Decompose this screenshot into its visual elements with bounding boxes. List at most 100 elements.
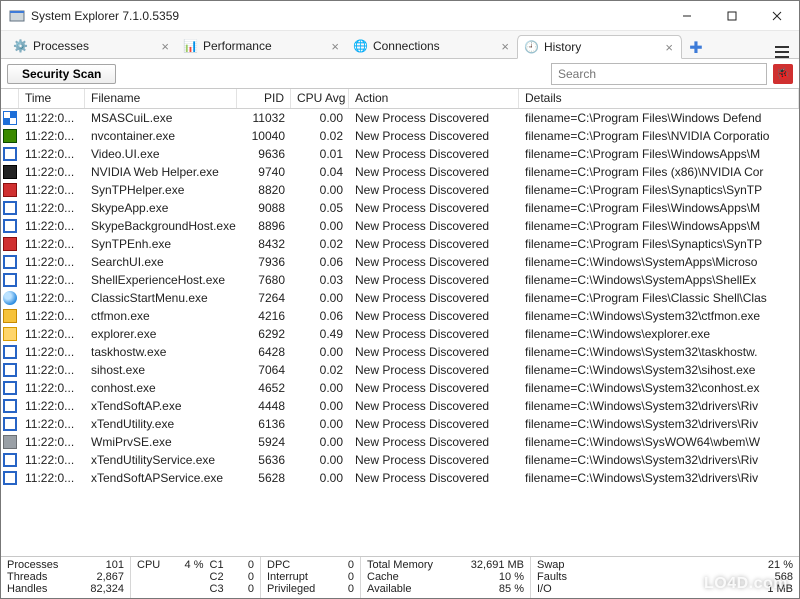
table-row[interactable]: 11:22:0...NVIDIA Web Helper.exe97400.04N… — [1, 163, 799, 181]
cell-cpuavg: 0.02 — [291, 237, 349, 251]
tab-history[interactable]: 🕘 History × — [517, 35, 682, 59]
cell-filename: ShellExperienceHost.exe — [85, 273, 237, 287]
tab-performance[interactable]: 📊 Performance × — [177, 34, 347, 58]
status-label: Processes — [7, 559, 71, 571]
cell-cpuavg: 0.00 — [291, 183, 349, 197]
menu-button[interactable] — [771, 46, 793, 58]
cell-filename: Video.UI.exe — [85, 147, 237, 161]
cell-action: New Process Discovered — [349, 255, 519, 269]
cell-filename: xTendUtility.exe — [85, 417, 237, 431]
table-row[interactable]: 11:22:0...ShellExperienceHost.exe76800.0… — [1, 271, 799, 289]
cell-cpuavg: 0.02 — [291, 363, 349, 377]
cell-action: New Process Discovered — [349, 147, 519, 161]
cell-time: 11:22:0... — [19, 399, 85, 413]
report-icon[interactable]: 🐞 — [773, 64, 793, 84]
cell-pid: 7264 — [237, 291, 291, 305]
tab-processes[interactable]: ⚙️ Processes × — [7, 34, 177, 58]
cell-details: filename=C:\Windows\System32\ctfmon.exe — [519, 309, 799, 323]
cell-pid: 8820 — [237, 183, 291, 197]
cell-action: New Process Discovered — [349, 237, 519, 251]
table-row[interactable]: 11:22:0...xTendSoftAP.exe44480.00New Pro… — [1, 397, 799, 415]
table-row[interactable]: 11:22:0...taskhostw.exe64280.00New Proce… — [1, 343, 799, 361]
table-body[interactable]: 11:22:0...MSASCuiL.exe110320.00New Proce… — [1, 109, 799, 556]
status-label: Threads — [7, 571, 71, 583]
add-tab-button[interactable]: ✚ — [686, 38, 706, 58]
watermark: LO4D.com — [685, 575, 788, 593]
cell-time: 11:22:0... — [19, 201, 85, 215]
cell-filename: SkypeApp.exe — [85, 201, 237, 215]
table-row[interactable]: 11:22:0...SkypeBackgroundHost.exe88960.0… — [1, 217, 799, 235]
col-filename[interactable]: Filename — [85, 89, 237, 108]
table-row[interactable]: 11:22:0...Video.UI.exe96360.01New Proces… — [1, 145, 799, 163]
status-label: Swap — [537, 559, 664, 571]
cell-action: New Process Discovered — [349, 363, 519, 377]
col-icon[interactable] — [1, 89, 19, 108]
table-row[interactable]: 11:22:0...xTendUtilityService.exe56360.0… — [1, 451, 799, 469]
table-row[interactable]: 11:22:0...nvcontainer.exe100400.02New Pr… — [1, 127, 799, 145]
cell-details: filename=C:\Program Files\Classic Shell\… — [519, 291, 799, 305]
cell-pid: 6428 — [237, 345, 291, 359]
cell-pid: 7680 — [237, 273, 291, 287]
cell-pid: 6292 — [237, 327, 291, 341]
cell-action: New Process Discovered — [349, 435, 519, 449]
cell-cpuavg: 0.00 — [291, 219, 349, 233]
cell-filename: SynTPEnh.exe — [85, 237, 237, 251]
cell-cpuavg: 0.06 — [291, 309, 349, 323]
col-cpuavg[interactable]: CPU Avg — [291, 89, 349, 108]
cell-action: New Process Discovered — [349, 399, 519, 413]
cell-pid: 9088 — [237, 201, 291, 215]
table-row[interactable]: 11:22:0...SynTPEnh.exe84320.02New Proces… — [1, 235, 799, 253]
table-row[interactable]: 11:22:0...SkypeApp.exe90880.05New Proces… — [1, 199, 799, 217]
status-label: Available — [367, 583, 449, 595]
cell-cpuavg: 0.00 — [291, 417, 349, 431]
table-row[interactable]: 11:22:0...explorer.exe62920.49New Proces… — [1, 325, 799, 343]
cell-cpuavg: 0.00 — [291, 471, 349, 485]
security-scan-button[interactable]: Security Scan — [7, 64, 116, 84]
status-value: 4 % — [175, 559, 203, 571]
table-row[interactable]: 11:22:0...ctfmon.exe42160.06New Process … — [1, 307, 799, 325]
cell-details: filename=C:\Windows\System32\conhost.ex — [519, 381, 799, 395]
table-row[interactable]: 11:22:0...SynTPHelper.exe88200.00New Pro… — [1, 181, 799, 199]
table-row[interactable]: 11:22:0...ClassicStartMenu.exe72640.00Ne… — [1, 289, 799, 307]
table-row[interactable]: 11:22:0...conhost.exe46520.00New Process… — [1, 379, 799, 397]
table-row[interactable]: 11:22:0...xTendSoftAPService.exe56280.00… — [1, 469, 799, 487]
tab-connections[interactable]: 🌐 Connections × — [347, 34, 517, 58]
table-row[interactable]: 11:22:0...MSASCuiL.exe110320.00New Proce… — [1, 109, 799, 127]
cell-details: filename=C:\Program Files\Synaptics\SynT… — [519, 183, 799, 197]
tab-close-icon[interactable]: × — [501, 39, 509, 54]
process-icon — [3, 273, 17, 287]
close-button[interactable] — [754, 1, 799, 30]
cell-action: New Process Discovered — [349, 453, 519, 467]
cell-pid: 11032 — [237, 111, 291, 125]
cell-cpuavg: 0.00 — [291, 291, 349, 305]
col-time[interactable]: Time — [19, 89, 85, 108]
cell-time: 11:22:0... — [19, 255, 85, 269]
cell-cpuavg: 0.06 — [291, 255, 349, 269]
col-pid[interactable]: PID — [237, 89, 291, 108]
window-title: System Explorer 7.1.0.5359 — [31, 9, 664, 23]
tab-close-icon[interactable]: × — [665, 40, 673, 55]
cell-cpuavg: 0.00 — [291, 435, 349, 449]
maximize-button[interactable] — [709, 1, 754, 30]
table-row[interactable]: 11:22:0...SearchUI.exe79360.06New Proces… — [1, 253, 799, 271]
tab-close-icon[interactable]: × — [161, 39, 169, 54]
search-input[interactable] — [551, 63, 767, 85]
col-details[interactable]: Details — [519, 89, 799, 108]
cell-time: 11:22:0... — [19, 435, 85, 449]
table-row[interactable]: 11:22:0...xTendUtility.exe61360.00New Pr… — [1, 415, 799, 433]
status-group-processes: Processes101 Threads2,867 Handles82,324 — [1, 557, 131, 598]
cell-pid: 8432 — [237, 237, 291, 251]
cell-details: filename=C:\Windows\System32\sihost.exe — [519, 363, 799, 377]
minimize-button[interactable] — [664, 1, 709, 30]
cell-action: New Process Discovered — [349, 417, 519, 431]
table-row[interactable]: 11:22:0...WmiPrvSE.exe59240.00New Proces… — [1, 433, 799, 451]
titlebar: System Explorer 7.1.0.5359 — [1, 1, 799, 31]
status-label: I/O — [537, 583, 664, 595]
tab-close-icon[interactable]: × — [331, 39, 339, 54]
tab-label: History — [544, 40, 581, 54]
table-row[interactable]: 11:22:0...sihost.exe70640.02New Process … — [1, 361, 799, 379]
process-icon — [3, 363, 17, 377]
col-action[interactable]: Action — [349, 89, 519, 108]
cell-action: New Process Discovered — [349, 381, 519, 395]
cell-filename: SkypeBackgroundHost.exe — [85, 219, 237, 233]
